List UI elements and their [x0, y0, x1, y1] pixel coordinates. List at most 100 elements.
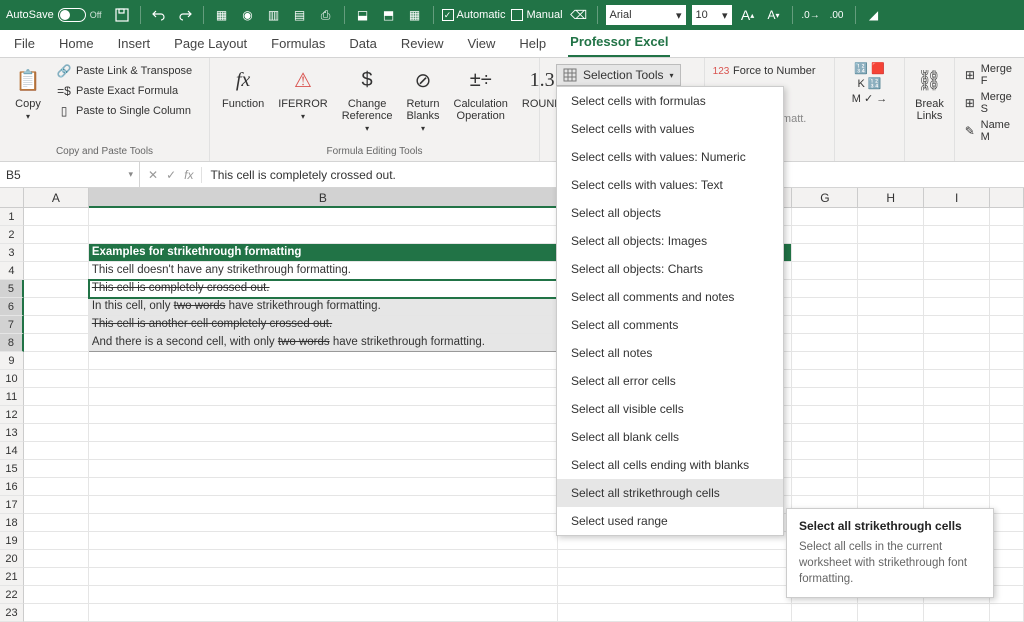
cell[interactable]	[792, 280, 858, 298]
cell[interactable]	[990, 496, 1024, 514]
menu-item-all-objects[interactable]: Select all objects	[557, 199, 783, 227]
manual-checkbox[interactable]: Manual	[511, 9, 562, 21]
cancel-icon[interactable]: ✕	[148, 168, 158, 182]
cell[interactable]	[89, 460, 558, 478]
cell[interactable]	[24, 334, 89, 352]
merge-button-1[interactable]: ⊞Merge F	[961, 62, 1018, 88]
highlight-icon[interactable]: ◢	[864, 5, 884, 25]
cell[interactable]	[990, 334, 1024, 352]
decimals-icon-1[interactable]: .0→	[801, 5, 821, 25]
row-header[interactable]: 4	[0, 262, 24, 280]
font-size-select[interactable]: 10▾	[692, 5, 732, 25]
cell[interactable]	[24, 226, 89, 244]
name-box[interactable]: B5 ▾	[0, 162, 140, 187]
cell[interactable]	[89, 226, 558, 244]
tab-data[interactable]: Data	[347, 32, 378, 57]
cell[interactable]	[24, 406, 89, 424]
row-header[interactable]: 5	[0, 280, 24, 298]
tab-view[interactable]: View	[465, 32, 497, 57]
cell[interactable]	[24, 496, 89, 514]
menu-item-objects-charts[interactable]: Select all objects: Charts	[557, 255, 783, 283]
tab-help[interactable]: Help	[517, 32, 548, 57]
cell[interactable]	[24, 280, 89, 298]
cell[interactable]	[990, 586, 1024, 604]
cell[interactable]	[24, 568, 89, 586]
menu-item-strikethrough-cells[interactable]: Select all strikethrough cells	[557, 479, 783, 507]
cell[interactable]	[792, 334, 858, 352]
redo-icon[interactable]	[175, 5, 195, 25]
cell[interactable]	[89, 352, 558, 370]
row-header[interactable]: 12	[0, 406, 24, 424]
cell[interactable]	[792, 604, 858, 622]
tab-formulas[interactable]: Formulas	[269, 32, 327, 57]
cell[interactable]	[924, 316, 990, 334]
cell[interactable]	[924, 604, 990, 622]
menu-item-objects-images[interactable]: Select all objects: Images	[557, 227, 783, 255]
cell[interactable]	[858, 442, 924, 460]
cell[interactable]	[792, 460, 858, 478]
increase-font-icon[interactable]: A▴	[738, 5, 758, 25]
cell[interactable]	[924, 388, 990, 406]
cell[interactable]	[24, 478, 89, 496]
print-icon[interactable]: ⎙	[316, 5, 336, 25]
cell[interactable]	[990, 388, 1024, 406]
change-reference-button[interactable]: $ Change Reference ▾	[338, 62, 397, 135]
cell[interactable]	[858, 334, 924, 352]
cell[interactable]	[858, 478, 924, 496]
cell[interactable]: Examples for strikethrough formatting	[89, 244, 558, 262]
cell[interactable]	[89, 604, 558, 622]
tab-insert[interactable]: Insert	[116, 32, 153, 57]
cell[interactable]	[924, 442, 990, 460]
format-icon-2[interactable]: K 🔢	[857, 77, 881, 90]
cell[interactable]	[89, 442, 558, 460]
qat-icon-3[interactable]: ▥	[264, 5, 284, 25]
cell[interactable]	[858, 352, 924, 370]
cell[interactable]	[24, 262, 89, 280]
row-header[interactable]: 9	[0, 352, 24, 370]
cell[interactable]	[792, 442, 858, 460]
row-header[interactable]: 19	[0, 532, 24, 550]
cell[interactable]	[24, 442, 89, 460]
cell[interactable]	[990, 280, 1024, 298]
row-header[interactable]: 15	[0, 460, 24, 478]
col-header-h[interactable]: H	[858, 188, 924, 208]
cell[interactable]	[24, 208, 89, 226]
automatic-checkbox[interactable]: ✓ Automatic	[442, 9, 506, 21]
cell[interactable]	[858, 424, 924, 442]
row-header[interactable]: 13	[0, 424, 24, 442]
enter-icon[interactable]: ✓	[166, 168, 176, 182]
cell[interactable]	[792, 316, 858, 334]
menu-item-values[interactable]: Select cells with values	[557, 115, 783, 143]
cell[interactable]	[924, 226, 990, 244]
tab-page-layout[interactable]: Page Layout	[172, 32, 249, 57]
cell[interactable]	[990, 604, 1024, 622]
cell[interactable]	[558, 604, 793, 622]
cell[interactable]	[792, 478, 858, 496]
row-header[interactable]: 11	[0, 388, 24, 406]
cell[interactable]	[24, 244, 89, 262]
menu-item-error-cells[interactable]: Select all error cells	[557, 367, 783, 395]
row-header[interactable]: 3	[0, 244, 24, 262]
row-header[interactable]: 22	[0, 586, 24, 604]
cell[interactable]	[924, 280, 990, 298]
qat-icon-5[interactable]: ⬓	[353, 5, 373, 25]
row-header[interactable]: 14	[0, 442, 24, 460]
qat-icon-1[interactable]: ▦	[212, 5, 232, 25]
cell[interactable]	[89, 586, 558, 604]
save-icon[interactable]	[112, 5, 132, 25]
menu-item-comments-notes[interactable]: Select all comments and notes	[557, 283, 783, 311]
qat-icon-6[interactable]: ⬒	[379, 5, 399, 25]
row-header[interactable]: 1	[0, 208, 24, 226]
return-blanks-button[interactable]: ⊘ Return Blanks ▾	[402, 62, 443, 135]
row-header[interactable]: 2	[0, 226, 24, 244]
cell[interactable]	[792, 262, 858, 280]
cell[interactable]	[990, 316, 1024, 334]
col-header-next[interactable]	[990, 188, 1024, 208]
force-number-button[interactable]: 123Force to Number	[711, 62, 828, 80]
cell[interactable]	[858, 226, 924, 244]
menu-item-blank-cells[interactable]: Select all blank cells	[557, 423, 783, 451]
cell[interactable]	[924, 262, 990, 280]
menu-item-comments[interactable]: Select all comments	[557, 311, 783, 339]
cell[interactable]	[858, 262, 924, 280]
cell[interactable]: In this cell, only two words have strike…	[89, 298, 558, 316]
